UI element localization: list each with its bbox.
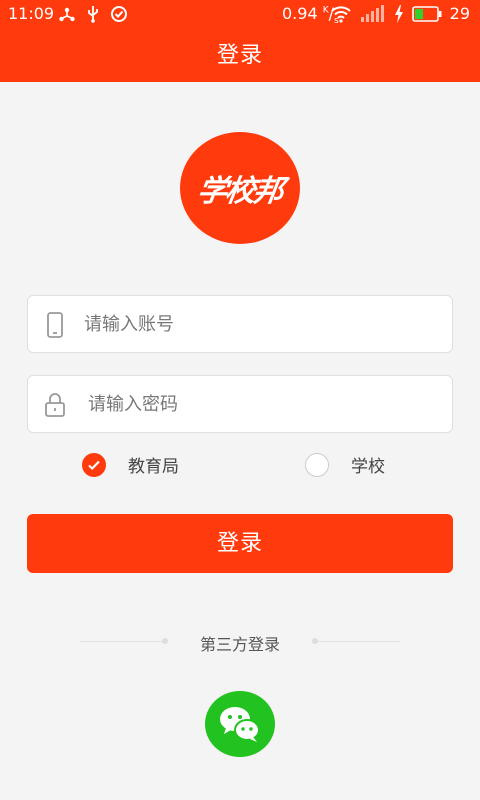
- divider-line: [318, 641, 400, 642]
- radio-unchecked-icon[interactable]: [305, 452, 329, 477]
- third-party-login-divider: 第三方登录: [80, 630, 400, 654]
- role-option-school[interactable]: 学校: [305, 452, 385, 477]
- radio-checked-icon[interactable]: [82, 452, 106, 477]
- status-time: 11:09: [8, 4, 55, 23]
- password-input[interactable]: [88, 376, 438, 432]
- app-logo: 学校邦: [180, 132, 300, 244]
- battery-icon: [411, 5, 442, 22]
- role-label: 学校: [351, 457, 385, 477]
- status-icons-left: [58, 4, 128, 24]
- battery-level: 29: [449, 4, 470, 23]
- role-label: 教育局: [128, 457, 179, 477]
- status-bar: 11:09 0.94 K/s 29: [0, 0, 480, 30]
- wifi-icon: [330, 5, 351, 23]
- account-input[interactable]: [84, 296, 434, 352]
- wechat-login-button[interactable]: [205, 691, 275, 757]
- wechat-icon: [220, 707, 260, 742]
- net-speed-unit-top: K: [322, 5, 329, 16]
- logo-text: 学校邦: [195, 174, 284, 209]
- login-button[interactable]: 登录: [27, 514, 453, 573]
- status-icons-right: 29: [330, 4, 470, 23]
- signal-icon: [360, 4, 384, 22]
- password-field[interactable]: [27, 375, 453, 433]
- third-party-label: 第三方登录: [199, 635, 280, 654]
- check-circle-icon: [111, 6, 127, 22]
- share-icon: [59, 7, 75, 22]
- net-speed-value: 0.94: [282, 4, 318, 23]
- usb-icon: [88, 6, 98, 23]
- account-field[interactable]: [27, 295, 453, 353]
- charging-icon: [394, 4, 403, 23]
- page-title: 登录: [216, 43, 263, 68]
- title-bar: 登录: [0, 30, 480, 82]
- role-option-education-bureau[interactable]: 教育局: [82, 452, 179, 477]
- lock-icon: [45, 393, 65, 417]
- phone-icon: [47, 312, 63, 338]
